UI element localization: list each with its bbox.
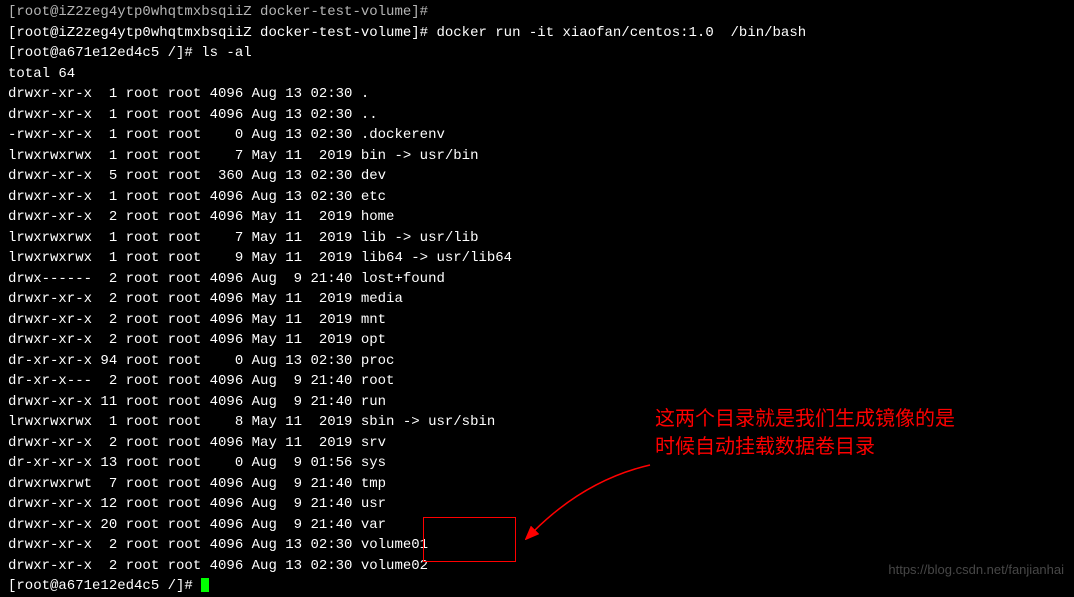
- terminal-output-line: drwxr-xr-x 2 root root 4096 May 11 2019 …: [8, 289, 1066, 310]
- watermark-text: https://blog.csdn.net/fanjianhai: [888, 562, 1064, 577]
- terminal-output-line: total 64: [8, 64, 1066, 85]
- terminal-output-line: drwxr-xr-x 5 root root 360 Aug 13 02:30 …: [8, 166, 1066, 187]
- terminal-prompt-line[interactable]: [root@a671e12ed4c5 /]#: [8, 576, 1066, 597]
- terminal-output-line: drwx------ 2 root root 4096 Aug 9 21:40 …: [8, 269, 1066, 290]
- terminal-output-line: dr-xr-x--- 2 root root 4096 Aug 9 21:40 …: [8, 371, 1066, 392]
- terminal-output-line: drwxr-xr-x 2 root root 4096 Aug 13 02:30…: [8, 535, 1066, 556]
- annotation-text: 这两个目录就是我们生成镜像的是 时候自动挂载数据卷目录: [655, 405, 955, 461]
- terminal-output-line: lrwxrwxrwx 1 root root 9 May 11 2019 lib…: [8, 248, 1066, 269]
- cursor-icon: [201, 578, 209, 592]
- terminal-output-line: drwxr-xr-x 1 root root 4096 Aug 13 02:30…: [8, 84, 1066, 105]
- terminal-output-line: dr-xr-xr-x 94 root root 0 Aug 13 02:30 p…: [8, 351, 1066, 372]
- terminal-output-line: drwxr-xr-x 1 root root 4096 Aug 13 02:30…: [8, 187, 1066, 208]
- terminal-output-line: lrwxrwxrwx 1 root root 7 May 11 2019 lib…: [8, 228, 1066, 249]
- terminal-output-line: drwxr-xr-x 12 root root 4096 Aug 9 21:40…: [8, 494, 1066, 515]
- terminal-command-line: [root@iZ2zeg4ytp0whqtmxbsqiiZ docker-tes…: [8, 23, 1066, 44]
- terminal-output-line: drwxrwxrwt 7 root root 4096 Aug 9 21:40 …: [8, 474, 1066, 495]
- terminal-output-line: drwxr-xr-x 2 root root 4096 May 11 2019 …: [8, 207, 1066, 228]
- terminal-command-line: [root@a671e12ed4c5 /]# ls -al: [8, 43, 1066, 64]
- terminal-output-line: -rwxr-xr-x 1 root root 0 Aug 13 02:30 .d…: [8, 125, 1066, 146]
- terminal-output-line: drwxr-xr-x 2 root root 4096 May 11 2019 …: [8, 330, 1066, 351]
- highlight-box: [423, 517, 516, 562]
- terminal-output-line: drwxr-xr-x 2 root root 4096 May 11 2019 …: [8, 310, 1066, 331]
- terminal-output-line: drwxr-xr-x 20 root root 4096 Aug 9 21:40…: [8, 515, 1066, 536]
- terminal-output-line: drwxr-xr-x 1 root root 4096 Aug 13 02:30…: [8, 105, 1066, 126]
- terminal-output-line: lrwxrwxrwx 1 root root 7 May 11 2019 bin…: [8, 146, 1066, 167]
- terminal-output-line: [root@iZ2zeg4ytp0whqtmxbsqiiZ docker-tes…: [8, 2, 1066, 23]
